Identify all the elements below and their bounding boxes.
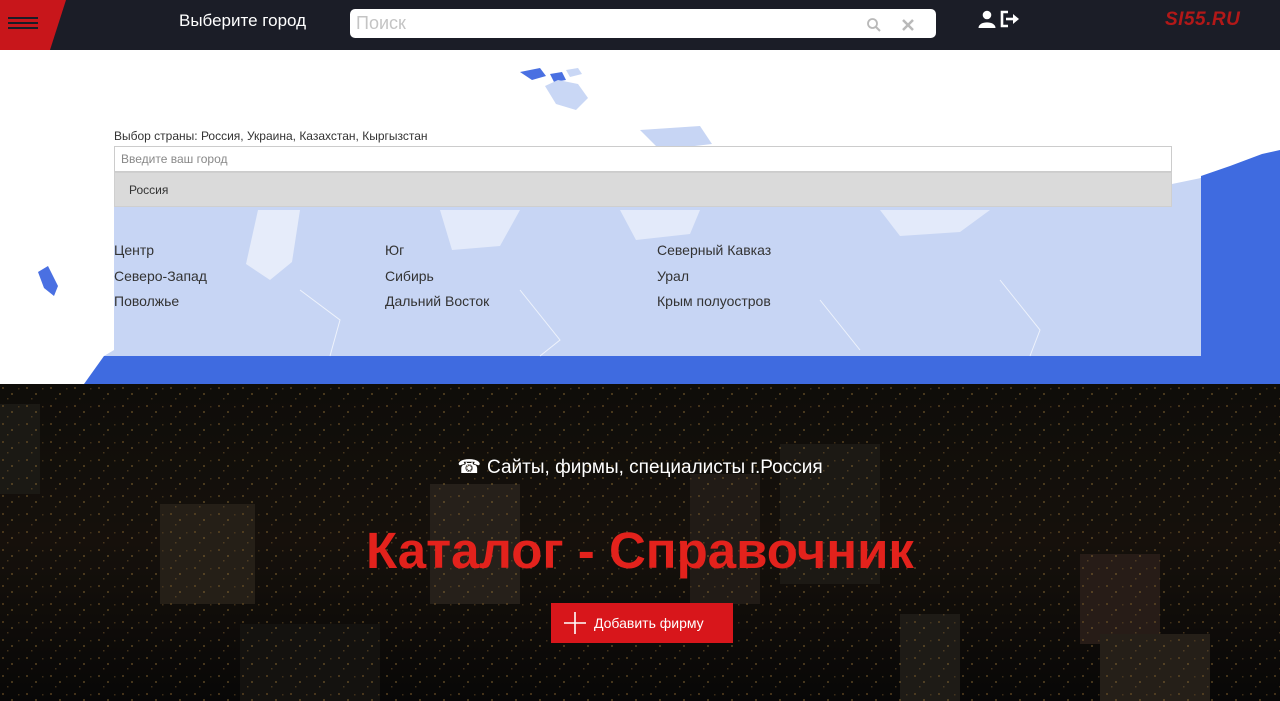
city-selector-title[interactable]: Выберите город	[179, 10, 306, 32]
city-picker-section: Выбор страны: Россия, Украина, Казахстан…	[0, 50, 1280, 384]
top-bar: Выберите город SI55.RU	[0, 0, 1280, 50]
hero-section: ☎ Сайты, фирмы, специалисты г.Россия Ката…	[0, 384, 1280, 701]
hero-tagline: ☎ Сайты, фирмы, специалисты г.Россия	[0, 457, 1280, 479]
plus-icon	[564, 612, 586, 634]
city-search-input[interactable]	[114, 146, 1172, 172]
user-icon[interactable]	[977, 9, 997, 29]
tagline-text: Сайты, фирмы, специалисты г.Россия	[487, 457, 823, 478]
country-selection-label: Выбор страны: Россия, Украина, Казахстан…	[114, 129, 428, 143]
suggestion-label: Россия	[129, 183, 169, 197]
region-link-north-caucasus[interactable]: Северный Кавказ	[657, 242, 771, 258]
city-suggestion-item[interactable]: Россия	[114, 172, 1172, 207]
menu-button[interactable]	[0, 0, 66, 50]
search-input[interactable]	[356, 12, 856, 35]
page: Выберите город SI55.RU	[0, 0, 1280, 701]
close-icon[interactable]	[900, 17, 916, 33]
add-company-label: Добавить фирму	[594, 615, 704, 631]
phone-icon: ☎	[457, 457, 482, 478]
region-link-crimea[interactable]: Крым полуостров	[657, 293, 771, 309]
region-link-center[interactable]: Центр	[114, 242, 154, 258]
region-link-volga[interactable]: Поволжье	[114, 293, 179, 309]
menu-icon	[0, 0, 66, 50]
search-box	[350, 9, 936, 38]
region-link-far-east[interactable]: Дальний Восток	[385, 293, 489, 309]
region-link-siberia[interactable]: Сибирь	[385, 268, 434, 284]
logout-icon[interactable]	[999, 9, 1021, 29]
page-title: Каталог - Справочник	[366, 522, 914, 579]
russia-map-background	[38, 68, 1280, 384]
search-icon[interactable]	[866, 17, 882, 33]
region-link-north-west[interactable]: Северо-Запад	[114, 268, 207, 284]
region-link-south[interactable]: Юг	[385, 242, 404, 258]
region-link-ural[interactable]: Урал	[657, 268, 689, 284]
add-company-button[interactable]: Добавить фирму	[551, 603, 733, 643]
site-logo[interactable]: SI55.RU	[1165, 9, 1240, 31]
